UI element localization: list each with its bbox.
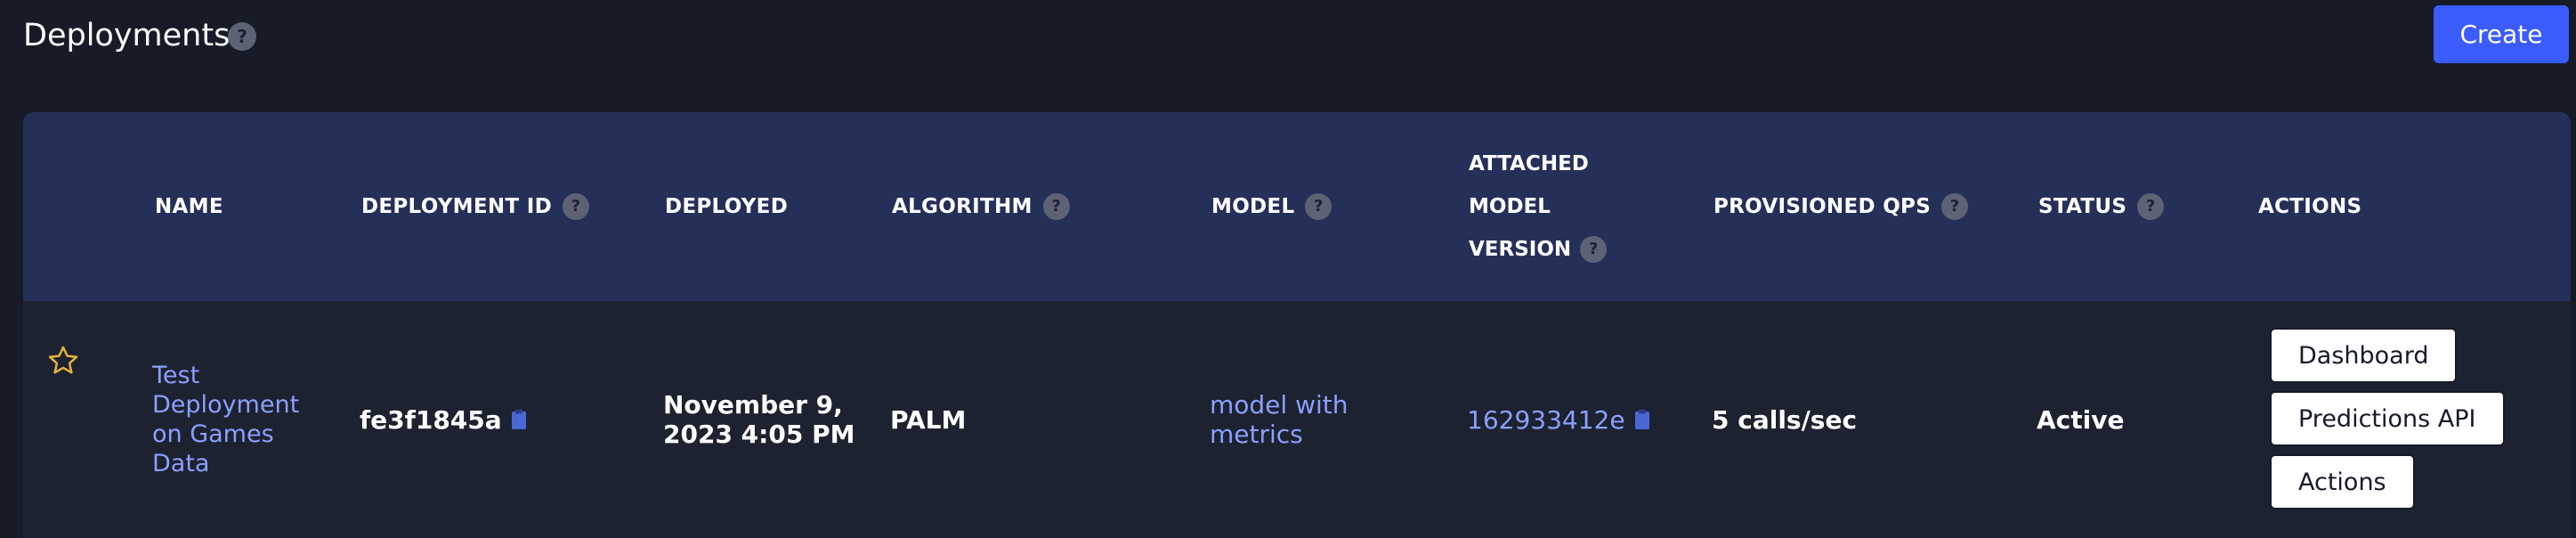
- predictions-api-button[interactable]: Predictions API: [2270, 391, 2505, 446]
- deployments-page: Deployments ? Create NAME DEPLOYMENT ID …: [0, 0, 2576, 538]
- algorithm: PALM: [890, 404, 967, 435]
- dashboard-button[interactable]: Dashboard: [2270, 328, 2458, 383]
- column-label: STATUS: [2038, 195, 2127, 218]
- clipboard-icon[interactable]: [1634, 409, 1650, 430]
- clipboard-icon[interactable]: [511, 409, 527, 430]
- column-header-actions: ACTIONS: [2258, 112, 2361, 301]
- deployed-time: 2023 4:05 PM: [663, 420, 855, 449]
- attached-version-link[interactable]: 162933412e: [1467, 405, 1625, 435]
- column-header-provisioned-qps[interactable]: PROVISIONED QPS ?: [1713, 112, 1969, 301]
- help-icon[interactable]: ?: [1305, 193, 1333, 220]
- create-button[interactable]: Create: [2434, 5, 2569, 63]
- deployment-id: fe3f1845a: [360, 404, 502, 435]
- provisioned-qps-cell: 5 calls/sec: [1712, 301, 1857, 538]
- attached-version-cell: 162933412e: [1467, 301, 1650, 538]
- column-label: VERSION: [1469, 238, 1572, 261]
- column-label-line: VERSION ?: [1469, 228, 1608, 271]
- deployed-cell: November 9, 2023 4:05 PM: [663, 301, 855, 538]
- column-header-model[interactable]: MODEL ?: [1211, 112, 1333, 301]
- actions-button[interactable]: Actions: [2270, 454, 2415, 509]
- column-label: ACTIONS: [2258, 195, 2362, 218]
- deployments-table: NAME DEPLOYMENT ID ? DEPLOYED ALGORITHM …: [23, 112, 2571, 538]
- help-icon[interactable]: ?: [562, 193, 589, 220]
- page-header: Deployments ? Create: [0, 0, 2576, 71]
- column-label: ALGORITHM: [892, 195, 1033, 218]
- page-title: Deployments: [23, 18, 231, 53]
- model-link[interactable]: model with metrics: [1210, 301, 1349, 538]
- column-label: PROVISIONED QPS: [1713, 195, 1932, 218]
- name-line: Test: [152, 362, 200, 389]
- help-icon[interactable]: ?: [2137, 193, 2165, 220]
- provisioned-qps: 5 calls/sec: [1712, 404, 1858, 435]
- star-outline-icon[interactable]: [46, 344, 80, 378]
- table-row: Test Deployment on Games Data fe3f1845a …: [23, 301, 2571, 538]
- column-header-status[interactable]: STATUS ?: [2038, 112, 2165, 301]
- help-icon[interactable]: ?: [228, 22, 256, 51]
- column-header-attached-model-version[interactable]: ATTACHED MODEL VERSION ?: [1469, 143, 1608, 271]
- column-label: DEPLOYED: [665, 195, 789, 218]
- column-header-algorithm[interactable]: ALGORITHM ?: [892, 112, 1070, 301]
- model-line: metrics: [1210, 420, 1303, 449]
- column-header-deployed[interactable]: DEPLOYED: [665, 112, 788, 301]
- algorithm-cell: PALM: [890, 301, 966, 538]
- deployed-date: November 9,: [663, 390, 843, 420]
- name-line: on Games: [152, 420, 274, 448]
- column-label: DEPLOYMENT ID: [361, 195, 552, 218]
- help-icon[interactable]: ?: [1042, 193, 1070, 220]
- status-text: Active: [2037, 404, 2125, 435]
- name-line: Deployment: [152, 391, 300, 419]
- column-header-deployment-id[interactable]: DEPLOYMENT ID ?: [361, 112, 589, 301]
- column-label: MODEL: [1211, 195, 1295, 218]
- column-label: NAME: [155, 195, 223, 218]
- column-label: ATTACHED: [1469, 152, 1589, 175]
- column-header-name[interactable]: NAME: [155, 112, 223, 301]
- status-cell: Active: [2037, 301, 2125, 538]
- table-header-row: NAME DEPLOYMENT ID ? DEPLOYED ALGORITHM …: [23, 112, 2571, 301]
- model-line: model with: [1210, 390, 1349, 420]
- help-icon[interactable]: ?: [1941, 193, 1969, 220]
- column-label: MODEL: [1469, 195, 1551, 218]
- help-icon[interactable]: ?: [1580, 236, 1608, 263]
- deployment-id-cell: fe3f1845a: [360, 301, 527, 538]
- deployment-name-link[interactable]: Test Deployment on Games Data: [152, 301, 299, 538]
- name-line: Data: [152, 450, 210, 477]
